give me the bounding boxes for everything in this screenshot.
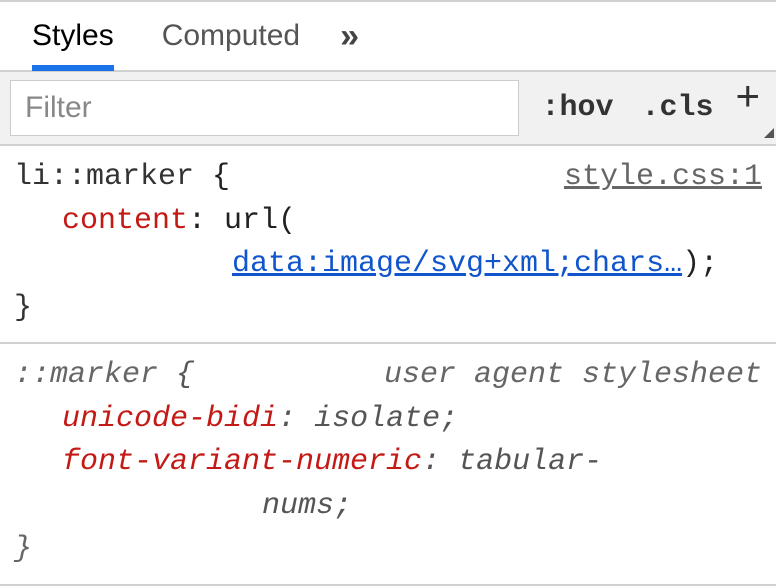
rule-open-brace: { <box>158 358 194 392</box>
new-rule-button[interactable]: + <box>727 72 776 144</box>
rule-close-brace: } <box>14 528 762 572</box>
property-name: unicode-bidi <box>62 402 278 436</box>
rule-source-ua: user agent stylesheet <box>384 354 762 398</box>
hov-button[interactable]: :hov <box>527 72 627 144</box>
rule-selector[interactable]: li::marker <box>14 160 194 194</box>
property-value-wrap: nums; <box>62 485 762 529</box>
property-value: tabular- <box>458 445 602 479</box>
property-value: isolate; <box>314 402 458 436</box>
plus-icon: + <box>735 72 760 119</box>
rule-close-brace: } <box>14 287 762 331</box>
tab-computed[interactable]: Computed <box>162 1 300 71</box>
declaration: font-variant-numeric: tabular- nums; <box>14 441 762 528</box>
filter-input[interactable]: Filter <box>10 80 519 136</box>
colon: : <box>188 204 224 238</box>
rule-open-brace: { <box>194 160 230 194</box>
styles-toolbar: Filter :hov .cls + <box>0 72 776 146</box>
dropdown-indicator-icon <box>764 128 774 138</box>
style-rule[interactable]: li::marker { style.css:1 content: url( d… <box>0 146 776 344</box>
tab-overflow[interactable]: » <box>340 1 359 71</box>
tab-styles[interactable]: Styles <box>32 1 114 71</box>
cls-button[interactable]: .cls <box>627 72 727 144</box>
rule-selector: ::marker <box>14 358 158 392</box>
property-name: font-variant-numeric <box>62 445 422 479</box>
property-value-suffix: ); <box>682 247 718 281</box>
property-name[interactable]: content <box>62 204 188 238</box>
colon: : <box>278 402 314 436</box>
rule-source-link[interactable]: style.css:1 <box>564 156 762 200</box>
styles-panel: Styles Computed » Filter :hov .cls + li:… <box>0 0 776 586</box>
style-rule-ua: ::marker { user agent stylesheet unicode… <box>0 344 776 586</box>
url-link[interactable]: data:image/svg+xml;chars… <box>232 247 682 281</box>
property-value-prefix: url( <box>224 204 296 238</box>
tab-strip: Styles Computed » <box>0 2 776 72</box>
colon: : <box>422 445 458 479</box>
declaration: unicode-bidi: isolate; <box>14 398 762 442</box>
declaration[interactable]: content: url( data:image/svg+xml;chars…)… <box>14 200 762 287</box>
